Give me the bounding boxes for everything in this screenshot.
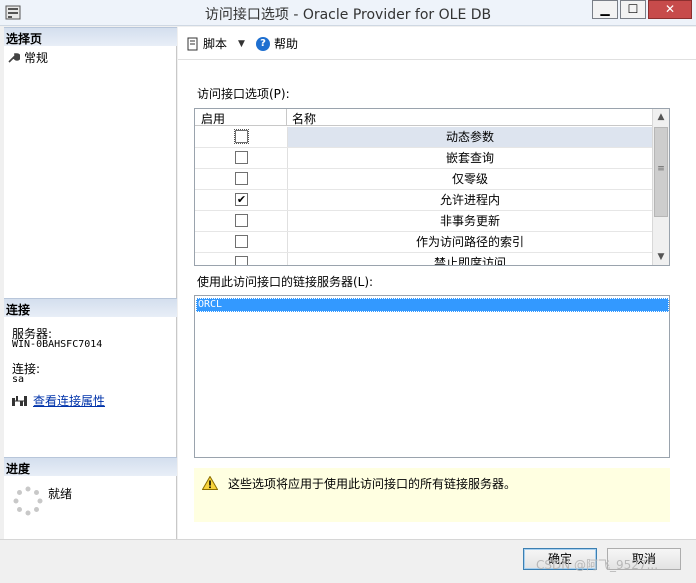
option-name: 仅零级 [287,169,652,189]
connection-value: sa [12,374,25,385]
page-item-general[interactable]: 常规 [8,49,48,66]
progress-header: 进度 [4,457,177,476]
provider-options-grid: 启用 名称 动态参数 嵌套查询 仅零级 ✔ 允许进程内 非事务更新 作为访问路径的索引 禁止即… [194,108,670,266]
enable-checkbox[interactable] [234,129,249,144]
warning-text: 这些选项将应用于使用此访问接口的所有链接服务器。 [228,477,517,491]
option-name: 非事务更新 [287,211,652,231]
progress-spinner-icon [13,486,43,516]
option-name: 允许进程内 [287,190,652,210]
minimize-button[interactable]: ▁ [592,0,618,19]
linked-servers-list[interactable]: ORCL [194,295,670,458]
table-row[interactable]: 动态参数 [195,127,652,148]
close-icon: ✕ [664,2,676,16]
table-row[interactable]: 非事务更新 [195,211,652,232]
help-button[interactable]: ? 帮助 [256,35,298,52]
title-bar: 访问接口选项 - Oracle Provider for OLE DB ▁ ☐ … [0,0,696,26]
enable-checkbox[interactable] [235,256,248,265]
option-name: 作为访问路径的索引 [287,232,652,252]
wrench-icon [8,53,21,63]
connection-header: 连接 [4,298,177,317]
enable-checkbox[interactable]: ✔ [235,193,248,206]
maximize-button[interactable]: ☐ [620,0,646,19]
progress-status: 就绪 [48,487,73,501]
script-icon [187,37,198,50]
connection-properties-icon [12,396,27,406]
help-icon: ? [256,36,270,51]
enable-checkbox[interactable] [235,172,248,185]
enable-checkbox[interactable] [235,151,248,164]
toolbar: 脚本 ▼ ? 帮助 [178,27,696,59]
minimize-icon: ▁ [600,2,610,16]
watermark: CSDN @阿飞_9527... [536,558,659,572]
select-page-header: 选择页 [4,27,177,46]
table-row[interactable]: ✔ 允许进程内 [195,190,652,211]
maximize-icon: ☐ [627,2,639,16]
close-button[interactable]: ✕ [648,0,692,19]
grip-icon: ≡ [657,164,665,174]
column-header-name[interactable]: 名称 [292,110,316,127]
option-name: 嵌套查询 [287,148,652,168]
table-row[interactable]: 作为访问路径的索引 [195,232,652,253]
list-item[interactable]: ORCL [196,298,669,312]
grid-scrollbar[interactable]: ▲ ≡ ▼ [652,109,669,265]
grid-header: 启用 名称 [195,109,652,126]
script-dropdown-chevron-icon[interactable]: ▼ [238,39,245,49]
scroll-down-icon[interactable]: ▼ [653,249,669,265]
scroll-up-icon[interactable]: ▲ [653,109,669,125]
scrollbar-thumb[interactable]: ≡ [654,127,668,217]
column-divider[interactable] [286,109,287,126]
option-name: 禁止即席访问 [287,253,652,265]
script-label: 脚本 [203,37,228,51]
help-label: 帮助 [274,37,299,51]
server-value: WIN-0BAHSFC7014 [12,339,103,350]
table-row[interactable]: 嵌套查询 [195,148,652,169]
table-row[interactable]: 禁止即席访问 [195,253,652,265]
column-header-enabled[interactable]: 启用 [201,110,225,127]
enable-checkbox[interactable] [235,214,248,227]
linked-servers-label: 使用此访问接口的链接服务器(L): [197,275,374,289]
enable-checkbox[interactable] [235,235,248,248]
script-button[interactable]: 脚本 [186,35,227,52]
page-item-label: 常规 [24,51,49,65]
warning-icon [202,476,218,490]
provider-options-label: 访问接口选项(P): [197,87,290,101]
table-row[interactable]: 仅零级 [195,169,652,190]
option-name: 动态参数 [287,127,652,147]
view-connection-properties-link[interactable]: 查看连接属性 [33,392,105,409]
left-panel: 选择页 常规 连接 服务器: WIN-0BAHSFC7014 连接: sa 查看… [4,27,177,539]
warning-panel: 这些选项将应用于使用此访问接口的所有链接服务器。 [194,468,670,522]
